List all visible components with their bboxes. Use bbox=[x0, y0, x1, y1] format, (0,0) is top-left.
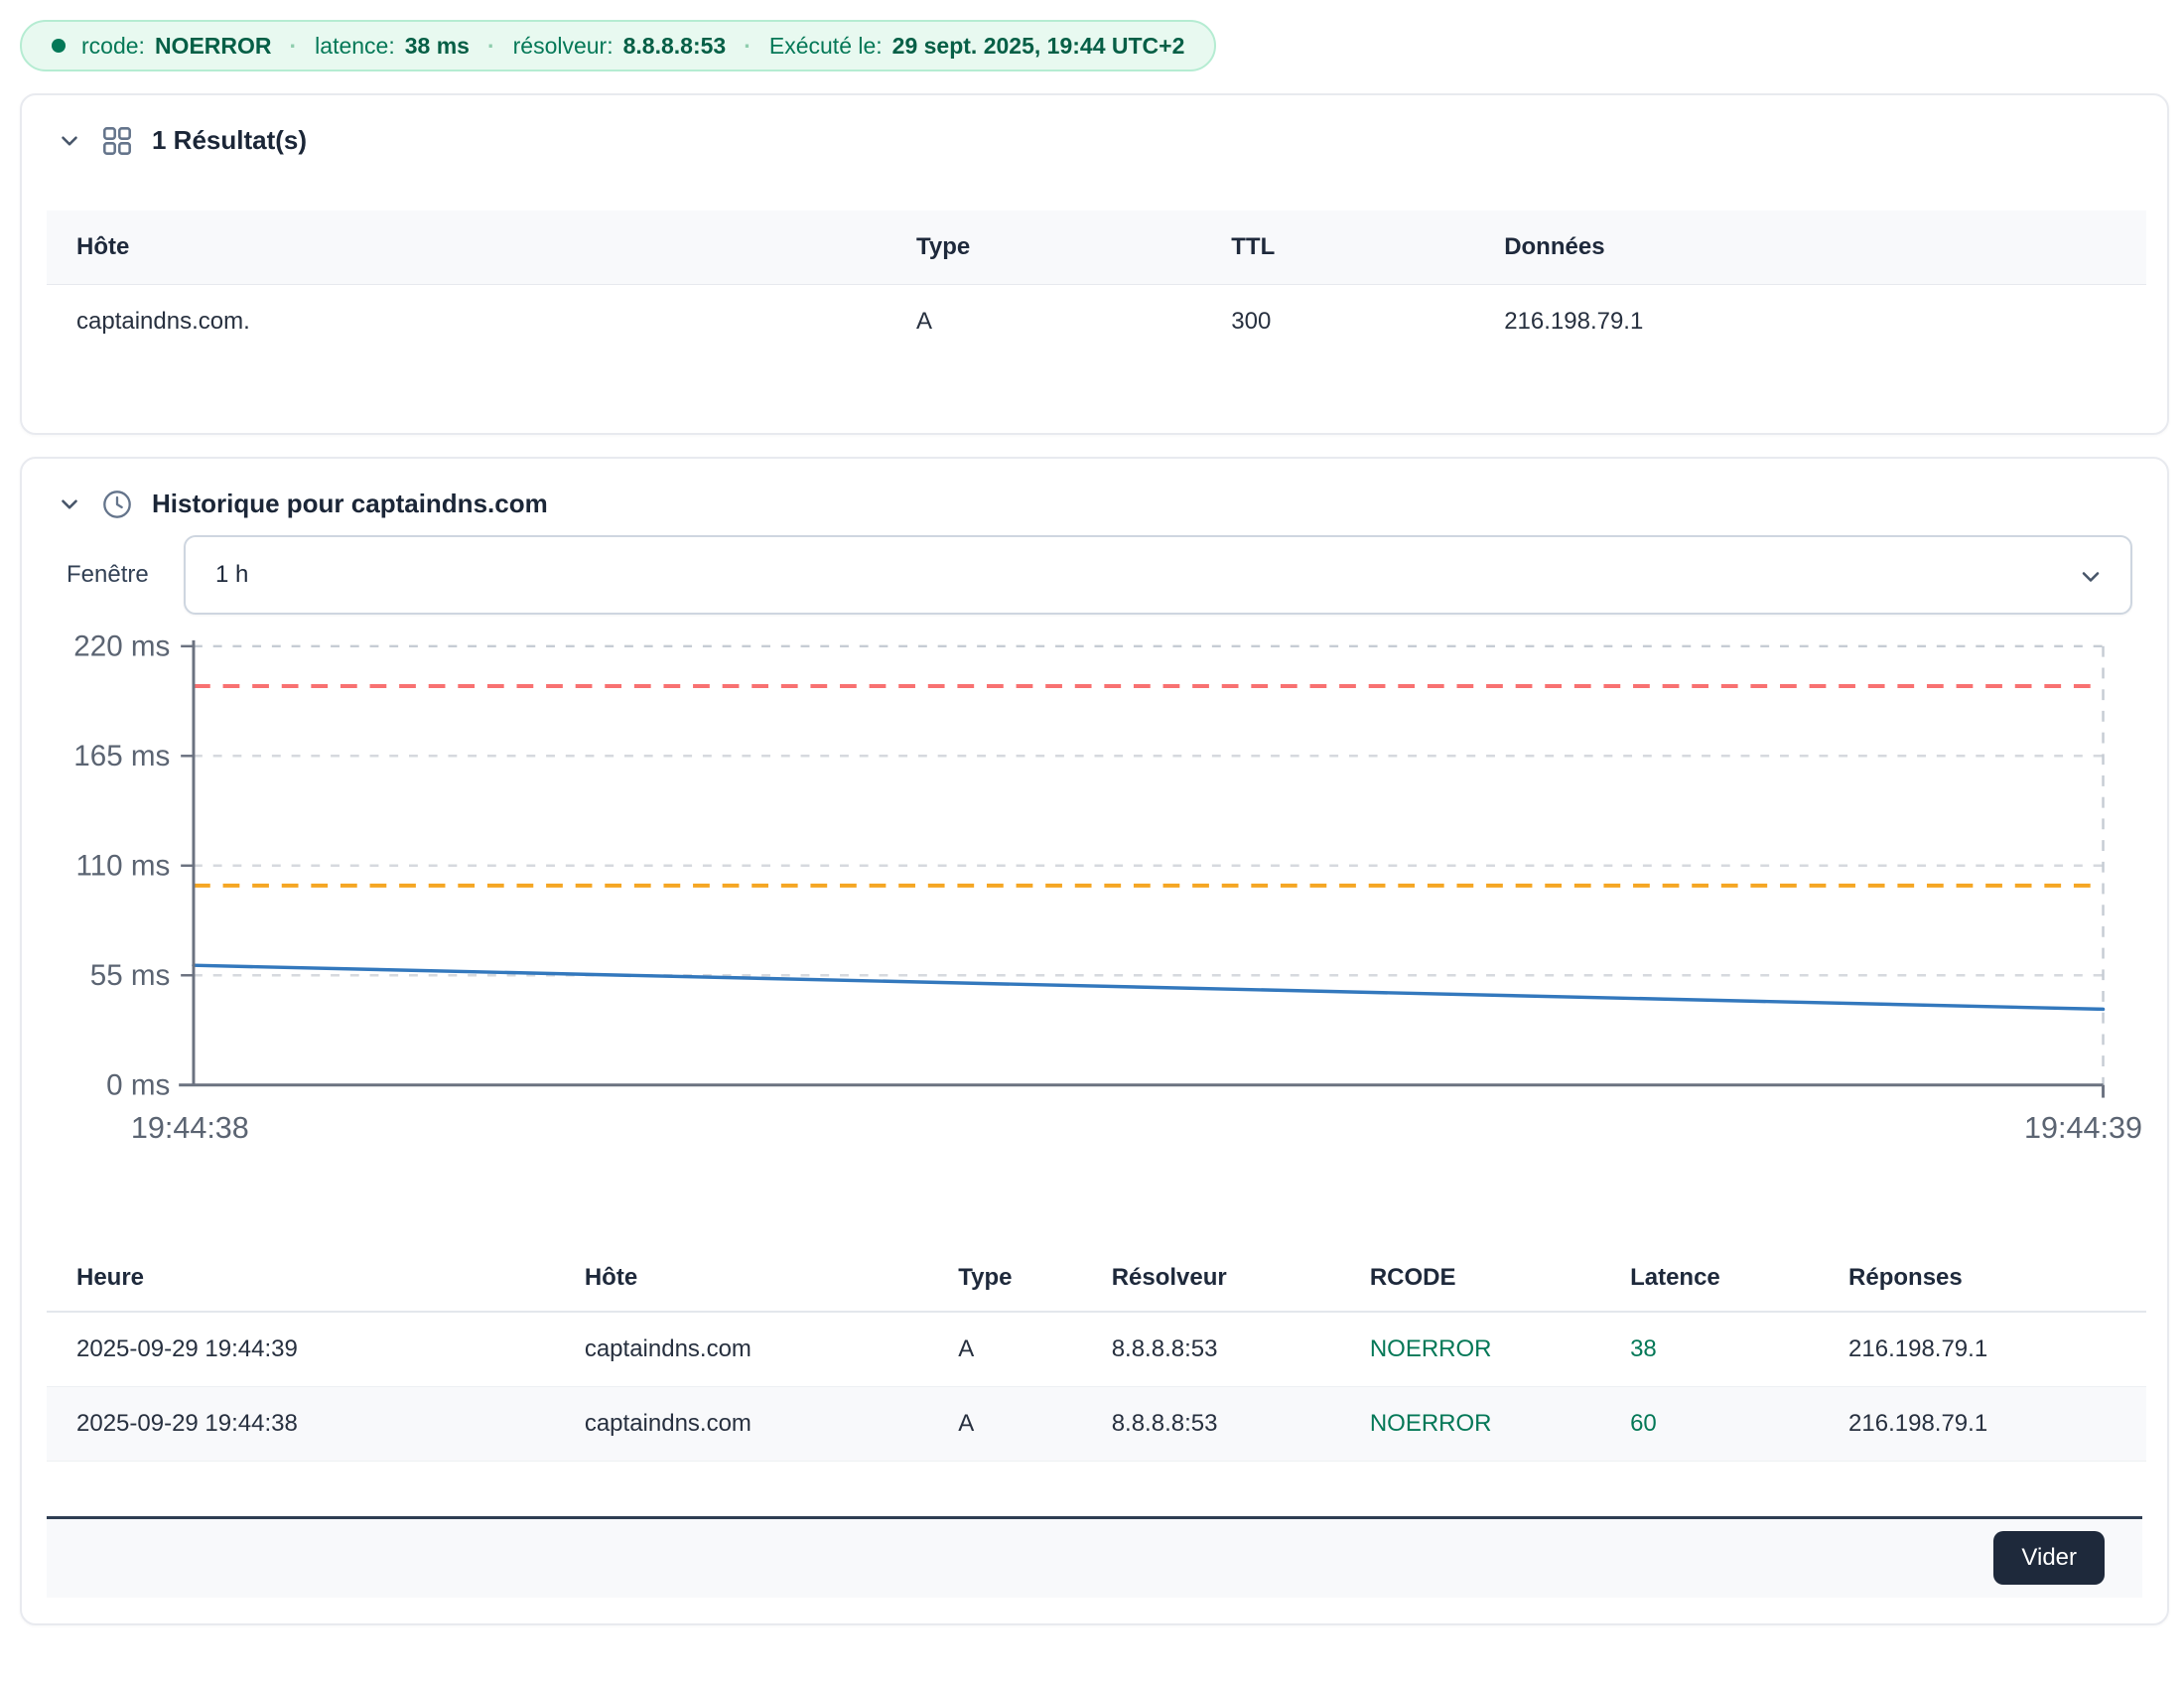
executed-at-value: 29 sept. 2025, 19:44 UTC+2 bbox=[892, 33, 1185, 60]
badge-separator: · bbox=[485, 33, 497, 60]
history-table-header-row: Heure Hôte Type Résolveur RCODE Latence … bbox=[47, 1258, 2146, 1312]
table-row: 2025-09-29 19:44:39 captaindns.com A 8.8… bbox=[47, 1312, 2146, 1386]
result-ttl: 300 bbox=[1201, 284, 1474, 358]
results-col-data: Données bbox=[1474, 210, 2146, 284]
resolver-label: résolveur: bbox=[513, 33, 614, 60]
history-col-responses: Réponses bbox=[1819, 1258, 2146, 1312]
resolver-value: 8.8.8.8:53 bbox=[623, 33, 727, 60]
history-card: Historique pour captaindns.com Fenêtre 1… bbox=[20, 457, 2169, 1625]
window-label: Fenêtre bbox=[67, 561, 184, 589]
rcode-label: rcode: bbox=[81, 33, 145, 60]
results-card-title: 1 Résultat(s) bbox=[152, 125, 307, 156]
chevron-down-icon bbox=[2077, 563, 2105, 591]
history-card-title: Historique pour captaindns.com bbox=[152, 489, 548, 519]
latency-label: latence: bbox=[315, 33, 395, 60]
history-col-host: Hôte bbox=[555, 1258, 928, 1312]
resolver-status: résolveur: 8.8.8.8:53 bbox=[513, 33, 727, 60]
window-select[interactable]: 1 h bbox=[184, 535, 2132, 615]
rcode-value: NOERROR bbox=[155, 33, 272, 60]
results-table: Hôte Type TTL Données captaindns.com. A … bbox=[47, 210, 2146, 358]
svg-text:19:44:38: 19:44:38 bbox=[131, 1111, 249, 1145]
history-responses: 216.198.79.1 bbox=[1819, 1312, 2146, 1386]
badge-separator: · bbox=[288, 33, 300, 60]
history-rcode: NOERROR bbox=[1340, 1312, 1600, 1386]
svg-text:220 ms: 220 ms bbox=[73, 632, 170, 663]
rcode-status: rcode: NOERROR bbox=[81, 33, 272, 60]
window-select-value: 1 h bbox=[215, 561, 248, 589]
table-row: captaindns.com. A 300 216.198.79.1 bbox=[47, 284, 2146, 358]
history-type: A bbox=[928, 1312, 1081, 1386]
executed-at-status: Exécuté le: 29 sept. 2025, 19:44 UTC+2 bbox=[769, 33, 1185, 60]
results-card: 1 Résultat(s) Hôte Type TTL Données capt… bbox=[20, 93, 2169, 435]
history-col-resolver: Résolveur bbox=[1082, 1258, 1340, 1312]
history-col-rcode: RCODE bbox=[1340, 1258, 1600, 1312]
clear-history-button[interactable]: Vider bbox=[1993, 1531, 2105, 1585]
history-table-footer: Vider bbox=[47, 1516, 2142, 1598]
status-dot-icon bbox=[52, 39, 66, 53]
svg-text:110 ms: 110 ms bbox=[75, 850, 170, 883]
executed-at-label: Exécuté le: bbox=[769, 33, 883, 60]
results-table-header-row: Hôte Type TTL Données bbox=[47, 210, 2146, 284]
history-latency: 60 bbox=[1600, 1386, 1819, 1461]
latency-value: 38 ms bbox=[405, 33, 470, 60]
history-rcode: NOERROR bbox=[1340, 1386, 1600, 1461]
latency-status: latence: 38 ms bbox=[315, 33, 470, 60]
history-col-type: Type bbox=[928, 1258, 1081, 1312]
svg-text:55 ms: 55 ms bbox=[90, 959, 171, 992]
results-col-host: Hôte bbox=[47, 210, 887, 284]
history-host: captaindns.com bbox=[555, 1386, 928, 1461]
result-host: captaindns.com. bbox=[47, 284, 887, 358]
history-host: captaindns.com bbox=[555, 1312, 928, 1386]
history-latency: 38 bbox=[1600, 1312, 1819, 1386]
results-col-ttl: TTL bbox=[1201, 210, 1474, 284]
table-row: 2025-09-29 19:44:38 captaindns.com A 8.8… bbox=[47, 1386, 2146, 1461]
clock-icon bbox=[102, 490, 132, 519]
history-responses: 216.198.79.1 bbox=[1819, 1386, 2146, 1461]
history-time: 2025-09-29 19:44:39 bbox=[47, 1312, 555, 1386]
collapse-chevron-icon[interactable] bbox=[57, 491, 82, 517]
latency-history-chart: 0 ms 55 ms 110 ms 165 ms 220 ms 19:44:38 19:44… bbox=[47, 632, 2142, 1181]
latency-chart-svg: 0 ms 55 ms 110 ms 165 ms 220 ms 19:44:38 19:44… bbox=[47, 632, 2142, 1181]
collapse-chevron-icon[interactable] bbox=[57, 128, 82, 154]
history-time: 2025-09-29 19:44:38 bbox=[47, 1386, 555, 1461]
svg-text:0 ms: 0 ms bbox=[106, 1069, 170, 1102]
history-table: Heure Hôte Type Résolveur RCODE Latence … bbox=[47, 1258, 2146, 1462]
svg-text:165 ms: 165 ms bbox=[73, 740, 170, 772]
history-resolver: 8.8.8.8:53 bbox=[1082, 1312, 1340, 1386]
history-col-time: Heure bbox=[47, 1258, 555, 1312]
grid-icon bbox=[102, 126, 132, 156]
result-data: 216.198.79.1 bbox=[1474, 284, 2146, 358]
history-col-latency: Latence bbox=[1600, 1258, 1819, 1312]
svg-text:19:44:39: 19:44:39 bbox=[2024, 1111, 2142, 1145]
history-type: A bbox=[928, 1386, 1081, 1461]
query-status-badge: rcode: NOERROR · latence: 38 ms · résolv… bbox=[20, 20, 1216, 71]
badge-separator: · bbox=[742, 33, 753, 60]
result-type: A bbox=[887, 284, 1201, 358]
history-resolver: 8.8.8.8:53 bbox=[1082, 1386, 1340, 1461]
results-col-type: Type bbox=[887, 210, 1201, 284]
